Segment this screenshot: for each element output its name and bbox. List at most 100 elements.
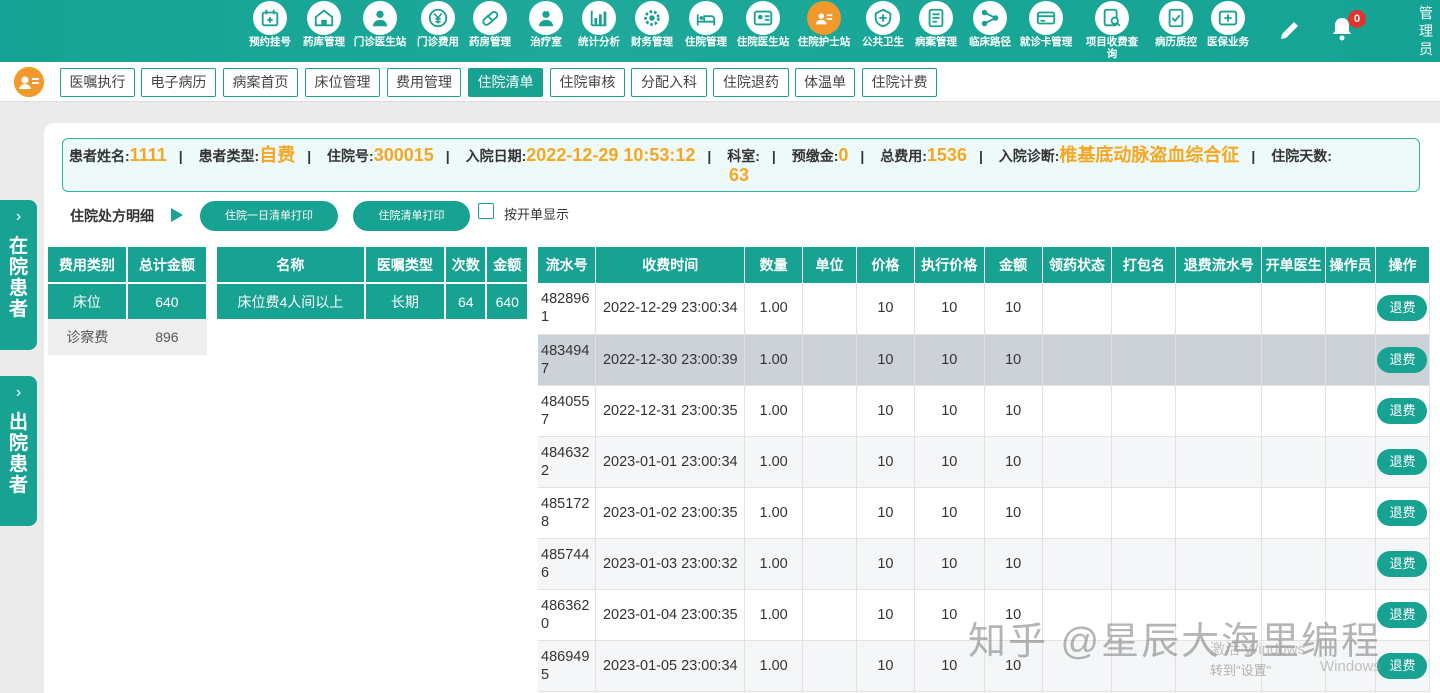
table-row[interactable]: 4851728 2023-01-02 23:00:35 1.00 10 10 10 退费 bbox=[538, 487, 1431, 539]
side-tab-inpatients[interactable]: › 在院患者 bbox=[0, 200, 37, 350]
nav-item-16[interactable]: 病历质控 bbox=[1148, 0, 1204, 48]
price-cell: 10 bbox=[856, 589, 915, 641]
nav-item-7[interactable]: 财务管理 bbox=[624, 0, 680, 48]
serial-cell: 4857446 bbox=[538, 538, 597, 590]
table-row[interactable]: 诊察费 896 bbox=[48, 319, 207, 355]
empty-cell bbox=[1111, 334, 1177, 386]
nav-item-label: 住院管理 bbox=[685, 36, 727, 48]
table-row[interactable]: 4840557 2022-12-31 23:00:35 1.00 10 10 10 退费 bbox=[538, 385, 1431, 437]
operation-cell: 退费 bbox=[1375, 640, 1431, 692]
sub-tab-10[interactable]: 住院计费 bbox=[862, 68, 937, 97]
nav-item-17[interactable]: 医保业务 bbox=[1200, 0, 1256, 48]
table-row[interactable]: 4834947 2022-12-30 23:00:39 1.00 10 10 10 退费 bbox=[538, 334, 1431, 386]
side-tab-discharged[interactable]: › 出院患者 bbox=[0, 376, 37, 526]
nav-item-9[interactable]: 住院医生站 bbox=[735, 0, 791, 48]
watermark: 知乎 @星辰大海里编程 bbox=[968, 621, 1382, 663]
nav-item-2[interactable]: 门诊医生站 bbox=[352, 0, 408, 48]
price-cell: 10 bbox=[856, 436, 915, 488]
refund-button[interactable]: 退费 bbox=[1377, 346, 1428, 373]
exec-price-cell: 10 bbox=[914, 283, 985, 335]
sub-tab-3[interactable]: 床位管理 bbox=[305, 68, 380, 97]
chart-icon bbox=[582, 1, 616, 35]
nav-item-4[interactable]: 药房管理 bbox=[462, 0, 518, 48]
table-row[interactable]: 4846322 2023-01-01 23:00:34 1.00 10 10 10 退费 bbox=[538, 436, 1431, 488]
fee-category-cell: 床位 bbox=[48, 283, 128, 319]
shield-cross-icon bbox=[866, 1, 900, 35]
nav-item-12[interactable]: 病案管理 bbox=[908, 0, 964, 48]
nav-item-3[interactable]: 门诊费用 bbox=[410, 0, 466, 48]
nav-item-5[interactable]: 治疗室 bbox=[518, 0, 574, 48]
empty-cell bbox=[1042, 487, 1113, 539]
nav-item-13[interactable]: 临床路径 bbox=[962, 0, 1018, 48]
time-cell: 2023-01-01 23:00:34 bbox=[595, 436, 746, 488]
nav-item-label: 治疗室 bbox=[530, 36, 562, 48]
exec-price-cell: 10 bbox=[914, 436, 985, 488]
price-cell: 10 bbox=[856, 283, 915, 335]
empty-cell bbox=[1042, 436, 1113, 488]
edit-icon[interactable] bbox=[1278, 18, 1302, 42]
table-row[interactable]: 4857446 2023-01-03 23:00:32 1.00 10 10 10 退费 bbox=[538, 538, 1431, 590]
nav-item-10[interactable]: 住院护士站 bbox=[796, 0, 852, 48]
empty-cell bbox=[1111, 436, 1177, 488]
refund-button[interactable]: 退费 bbox=[1377, 295, 1428, 322]
refund-button[interactable]: 退费 bbox=[1377, 448, 1428, 475]
time-cell: 2022-12-31 23:00:35 bbox=[595, 385, 746, 437]
nav-item-0[interactable]: 预约挂号 bbox=[242, 0, 298, 48]
empty-cell bbox=[1175, 436, 1263, 488]
nav-item-15[interactable]: 项目收费查询 bbox=[1084, 0, 1140, 60]
sub-tab-1[interactable]: 电子病历 bbox=[141, 68, 216, 97]
sub-tab-6[interactable]: 住院审核 bbox=[550, 68, 625, 97]
refund-button[interactable]: 退费 bbox=[1377, 550, 1428, 577]
item-order_type-cell: 长期 bbox=[364, 283, 446, 319]
qty-cell: 1.00 bbox=[744, 589, 804, 641]
sub-tab-8[interactable]: 住院退药 bbox=[713, 68, 789, 97]
by-order-checkbox[interactable] bbox=[478, 203, 494, 219]
empty-cell bbox=[1111, 385, 1177, 437]
pill-icon bbox=[473, 1, 507, 35]
nav-item-14[interactable]: 就诊卡管理 bbox=[1018, 0, 1074, 48]
empty-cell bbox=[1042, 385, 1113, 437]
refund-button[interactable]: 退费 bbox=[1377, 601, 1428, 628]
column-header: 医嘱类型 bbox=[364, 247, 446, 284]
empty-cell bbox=[1042, 334, 1113, 386]
table-row[interactable]: 4828961 2022-12-29 23:00:34 1.00 10 10 10 退费 bbox=[538, 283, 1431, 335]
nav-item-8[interactable]: 住院管理 bbox=[678, 0, 734, 48]
empty-cell bbox=[1111, 538, 1177, 590]
user-menu[interactable]: 管理员 bbox=[1418, 4, 1434, 58]
time-cell: 2022-12-29 23:00:34 bbox=[595, 283, 746, 335]
chevron-right-icon: › bbox=[15, 208, 22, 225]
nav-item-1[interactable]: 药库管理 bbox=[296, 0, 352, 48]
patient-type: 自费 bbox=[259, 145, 296, 165]
hospital-days: 63 bbox=[728, 165, 750, 185]
exec-price-cell: 10 bbox=[914, 487, 985, 539]
refund-button[interactable]: 退费 bbox=[1377, 397, 1428, 424]
refund-button[interactable]: 退费 bbox=[1377, 652, 1428, 679]
sub-tab-4[interactable]: 费用管理 bbox=[387, 68, 461, 97]
print-daily-button[interactable]: 住院一日清单打印 bbox=[200, 201, 338, 231]
sub-tab-2[interactable]: 病案首页 bbox=[223, 68, 298, 97]
column-header: 总计金额 bbox=[126, 247, 209, 284]
refund-button[interactable]: 退费 bbox=[1377, 499, 1428, 526]
print-list-button[interactable]: 住院清单打印 bbox=[353, 201, 470, 231]
gear-icon bbox=[635, 1, 669, 35]
sub-tab-0[interactable]: 医嘱执行 bbox=[60, 68, 135, 97]
quality-icon bbox=[1159, 1, 1193, 35]
table-row[interactable]: 床位 640 bbox=[48, 283, 209, 319]
admission-date: 2022-12-29 10:53:12 bbox=[526, 145, 696, 165]
section-title: 住院处方明细 bbox=[70, 208, 154, 224]
doctor-icon bbox=[363, 1, 397, 35]
nav-item-6[interactable]: 统计分析 bbox=[571, 0, 627, 48]
table-row[interactable]: 床位费4人间以上 长期 64 640 bbox=[217, 283, 529, 319]
item-amount-cell: 640 bbox=[486, 283, 529, 319]
nav-item-label: 药库管理 bbox=[303, 36, 345, 48]
column-header: 退费流水号 bbox=[1175, 247, 1263, 283]
fee-amount-cell: 896 bbox=[126, 319, 207, 355]
sub-tab-5[interactable]: 住院清单 bbox=[468, 68, 543, 97]
admission-number: 300015 bbox=[373, 145, 434, 165]
nav-item-label: 门诊费用 bbox=[417, 36, 459, 48]
nav-item-11[interactable]: 公共卫生 bbox=[855, 0, 911, 48]
sub-tab-7[interactable]: 分配入科 bbox=[631, 68, 707, 97]
qty-cell: 1.00 bbox=[744, 436, 804, 488]
sub-tab-9[interactable]: 体温单 bbox=[795, 68, 855, 97]
qty-cell: 1.00 bbox=[744, 538, 804, 590]
